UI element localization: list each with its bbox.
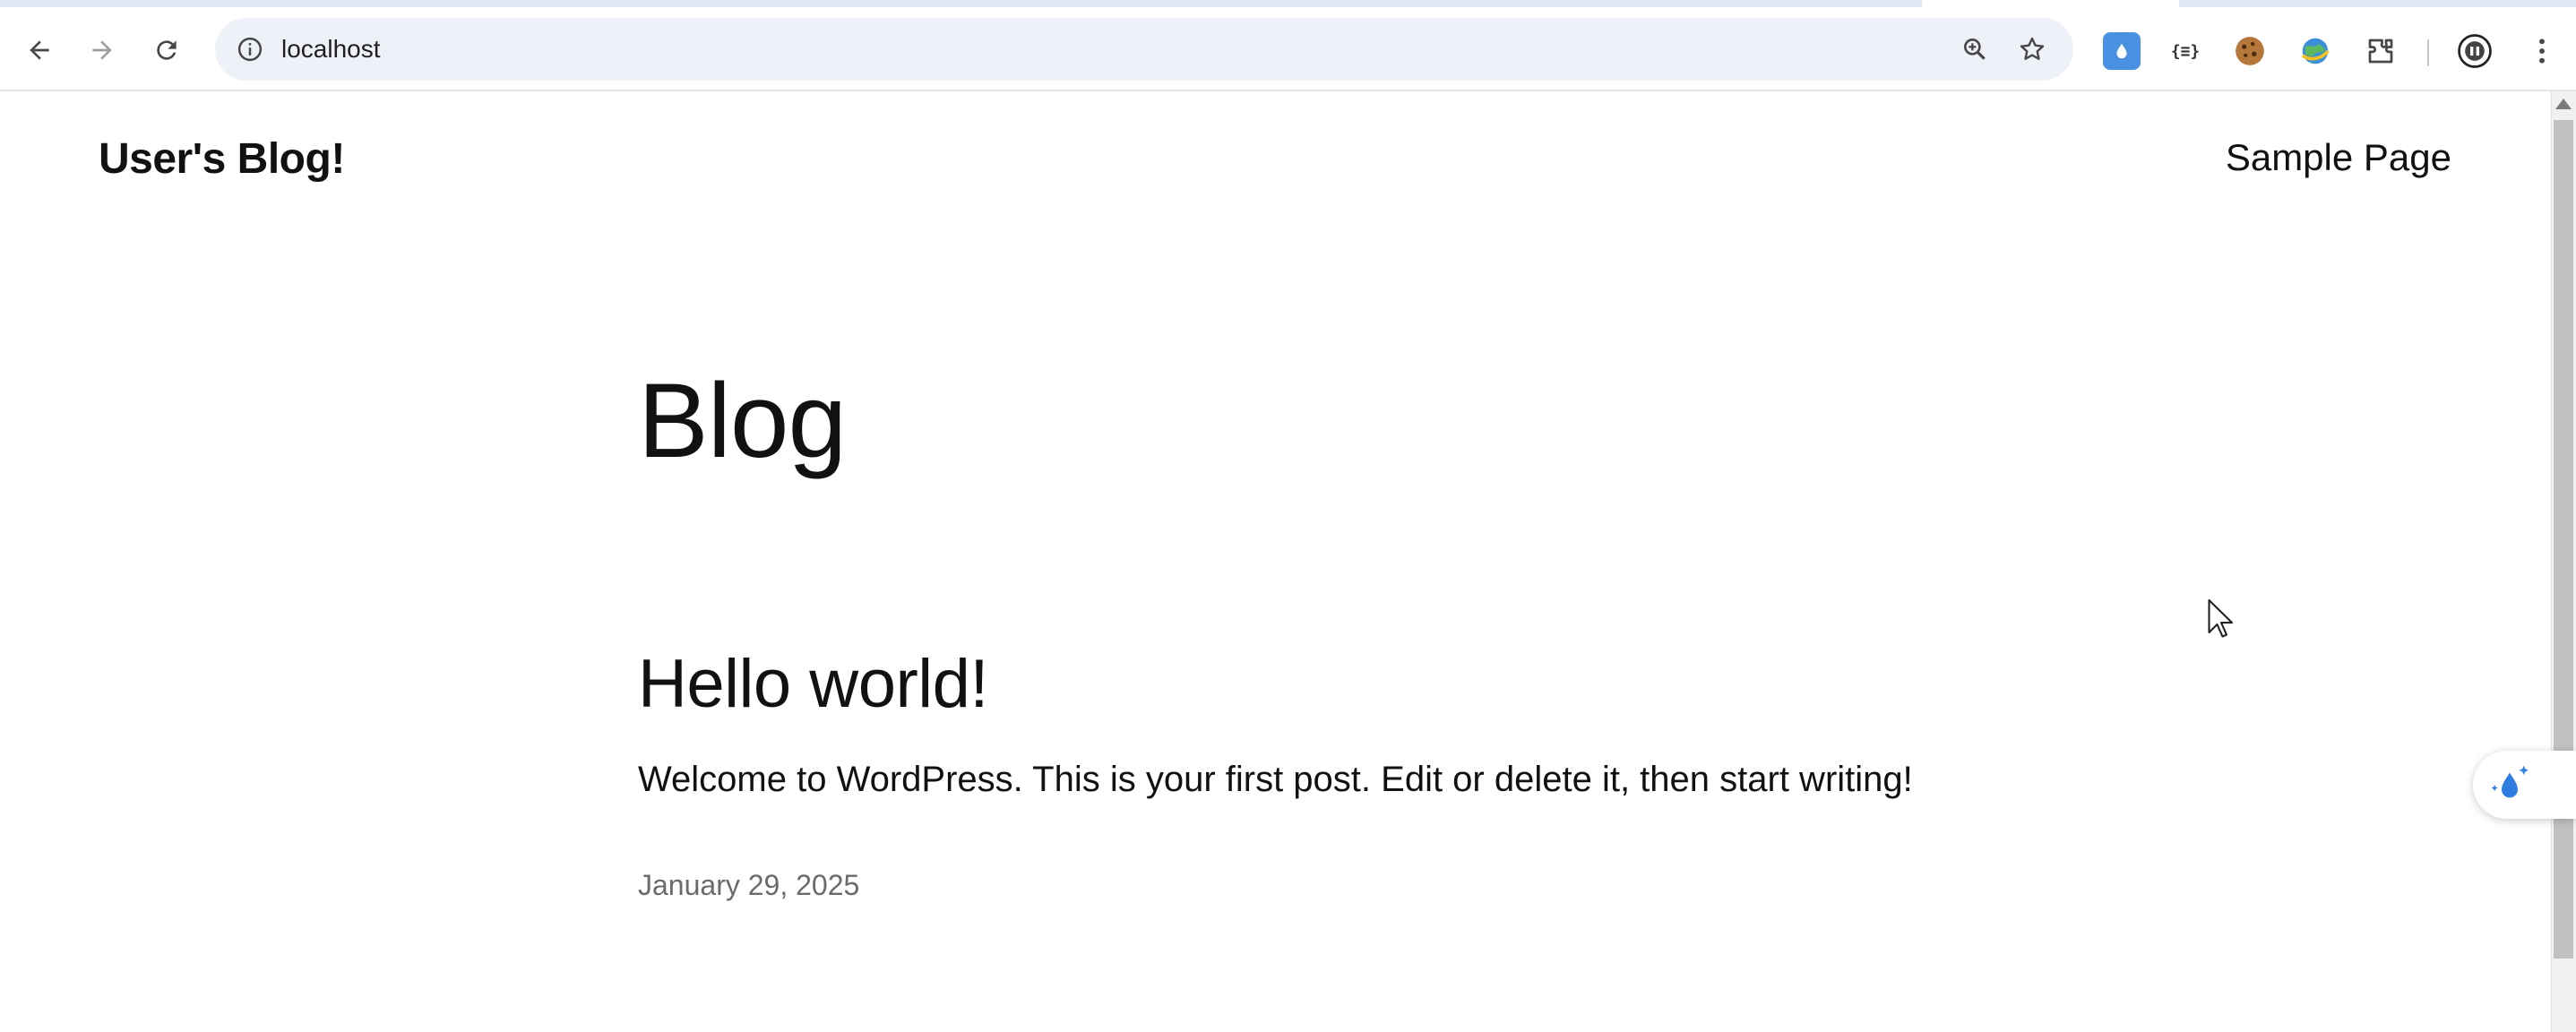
site-title[interactable]: User's Blog! <box>99 134 345 184</box>
bookmark-button[interactable] <box>2011 28 2054 71</box>
site-info-button[interactable] <box>229 29 271 70</box>
tab-indicator <box>2179 0 2576 7</box>
json-extension-label: {≡} <box>2170 41 2201 61</box>
star-icon <box>2020 37 2045 60</box>
forward-button[interactable] <box>77 25 127 75</box>
address-bar[interactable]: localhost <box>215 18 2073 81</box>
active-tab-indicator <box>0 0 1922 7</box>
puzzle-extensions-icon[interactable] <box>2362 32 2399 70</box>
post-title-link[interactable]: Hello world! <box>638 645 989 723</box>
info-icon <box>237 37 263 62</box>
json-extension-icon[interactable]: {≡} <box>2167 32 2204 70</box>
globe-extension-icon[interactable] <box>2296 32 2334 70</box>
floating-assistant-button[interactable] <box>2473 751 2576 819</box>
scrollbar-thumb[interactable] <box>2554 120 2573 959</box>
zoom-button[interactable] <box>1953 28 1996 71</box>
toolbar-separator <box>2427 39 2429 66</box>
mouse-cursor-icon <box>2208 598 2234 638</box>
water-drop-extension-icon[interactable] <box>2103 32 2141 70</box>
profile-avatar-icon[interactable] <box>2456 32 2494 70</box>
reload-button[interactable] <box>142 25 192 75</box>
url-text[interactable]: localhost <box>281 18 381 81</box>
kebab-menu-icon[interactable] <box>2523 32 2561 70</box>
back-button[interactable] <box>14 25 65 75</box>
page-heading: Blog <box>638 362 847 480</box>
post-excerpt: Welcome to WordPress. This is your first… <box>638 760 1913 799</box>
scroll-up-arrow-icon[interactable] <box>2555 99 2572 109</box>
zoom-icon <box>1964 38 1986 60</box>
nav-link-sample-page[interactable]: Sample Page <box>2226 136 2451 179</box>
sparkle-drop-icon <box>2491 765 2529 798</box>
cookie-extension-icon[interactable] <box>2231 32 2269 70</box>
reload-icon <box>157 40 177 60</box>
browser-toolbar: localhost {≡} <box>0 7 2576 91</box>
forward-arrow-icon <box>92 40 112 60</box>
post-date[interactable]: January 29, 2025 <box>638 869 859 902</box>
back-arrow-icon <box>30 40 49 60</box>
